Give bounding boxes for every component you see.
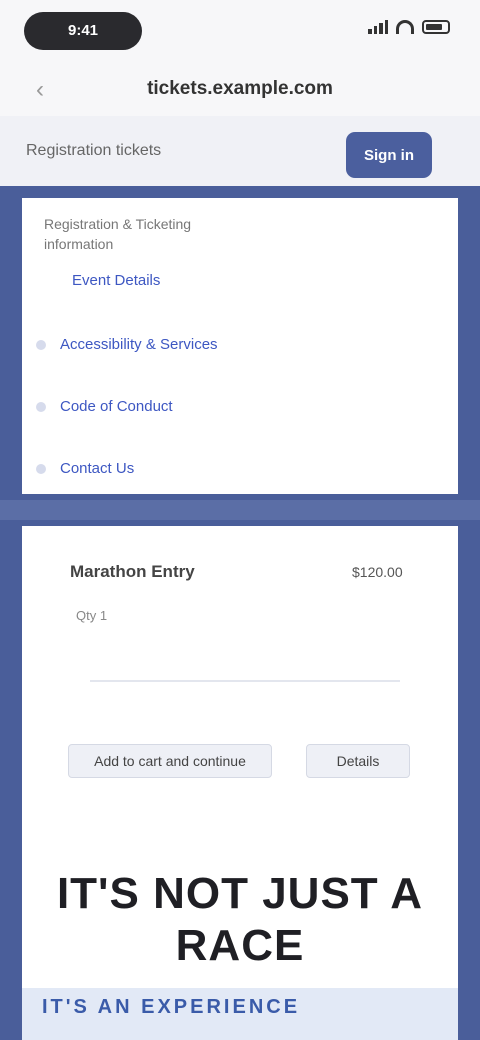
add-to-cart-button[interactable]: Add to cart and continue [68, 744, 272, 778]
wifi-icon [396, 20, 414, 34]
menu-item-label: Code of Conduct [60, 398, 173, 415]
bullet-icon [36, 401, 46, 412]
menu-item-label: Contact Us [60, 460, 135, 477]
sign-in-button[interactable]: Sign in [346, 132, 432, 178]
details-button[interactable]: Details [306, 744, 410, 778]
section-divider [0, 500, 480, 520]
ticket-divider [90, 680, 400, 682]
page-title: tickets.example.com [147, 78, 333, 99]
bullet-icon [36, 463, 46, 474]
menu-item-contact[interactable]: Contact Us [36, 460, 134, 477]
menu-item-accessibility[interactable]: Accessibility & Services [36, 336, 218, 353]
time: 9:41 [67, 22, 99, 39]
experience-banner-text: IT'S AN EXPERIENCE [42, 996, 301, 1018]
ticket-title: Marathon Entry [70, 562, 195, 581]
signal-icon [368, 20, 388, 34]
menu-item-label: Accessibility & Services [60, 336, 218, 353]
browser-title-bar: ‹ tickets.example.com [0, 60, 480, 116]
battery-icon [422, 20, 450, 34]
menu-heading: Registration & Ticketing information [44, 216, 192, 252]
ticket-price: $120.00 [352, 564, 403, 580]
toolbar-label: Registration tickets [26, 142, 162, 159]
bullet-icon [36, 339, 46, 350]
status-bar: 9:41 [0, 0, 480, 60]
system-icons [368, 20, 450, 34]
experience-banner: IT'S AN EXPERIENCE [22, 988, 458, 1040]
time-pill: 9:41 [24, 12, 142, 50]
hero-headline: IT'S NOT JUST A RACE [56, 869, 424, 970]
ticket-quantity: Qty 1 [76, 608, 108, 623]
menu-link-event-details[interactable]: Event Details [72, 272, 160, 289]
menu-item-code-of-conduct[interactable]: Code of Conduct [36, 398, 173, 415]
